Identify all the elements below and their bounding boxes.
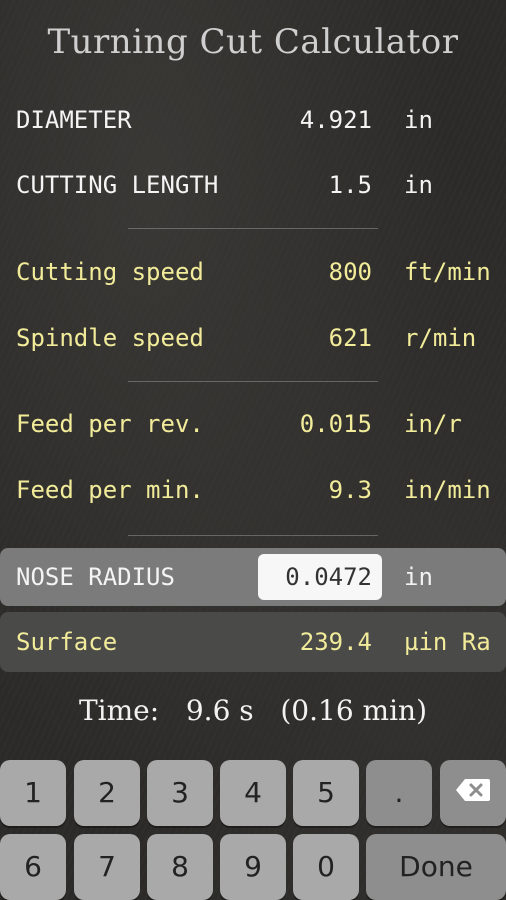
divider — [128, 228, 378, 229]
cutting-speed-unit: ft/min — [404, 258, 491, 286]
key-3[interactable]: 3 — [147, 760, 213, 826]
nose-radius-label: NOSE RADIUS — [16, 563, 175, 591]
feed-per-rev-label: Feed per rev. — [16, 410, 204, 438]
surface-unit: µin Ra — [404, 628, 491, 656]
cutting-length-unit: in — [404, 171, 433, 199]
surface-label: Surface — [16, 628, 118, 656]
diameter-label: DIAMETER — [16, 106, 132, 134]
numeric-keypad: 1 2 3 4 5 . 6 7 8 9 0 Done — [0, 752, 506, 900]
key-1[interactable]: 1 — [0, 760, 66, 826]
time-minutes: (0.16 min) — [280, 694, 428, 727]
key-6[interactable]: 6 — [0, 834, 66, 900]
nose-radius-row[interactable]: NOSE RADIUS 0.0472 in — [0, 548, 506, 606]
diameter-value[interactable]: 4.921 — [300, 106, 372, 134]
app-title: Turning Cut Calculator — [47, 22, 459, 62]
cutting-length-label: CUTTING LENGTH — [16, 171, 219, 199]
surface-value[interactable]: 239.4 — [300, 628, 372, 656]
feed-per-min-row[interactable]: Feed per min. 9.3 in/min — [0, 458, 506, 522]
key-5[interactable]: 5 — [293, 760, 359, 826]
spindle-speed-value[interactable]: 621 — [329, 324, 372, 352]
time-label: Time: — [78, 694, 160, 727]
feed-per-min-value[interactable]: 9.3 — [329, 476, 372, 504]
key-decimal[interactable]: . — [366, 760, 432, 826]
surface-row[interactable]: Surface 239.4 µin Ra — [0, 612, 506, 672]
key-0[interactable]: 0 — [293, 834, 359, 900]
time-result: Time: 9.6 s (0.16 min) — [0, 694, 506, 727]
key-8[interactable]: 8 — [147, 834, 213, 900]
spindle-speed-row[interactable]: Spindle speed 621 r/min — [0, 306, 506, 370]
cutting-length-value[interactable]: 1.5 — [329, 171, 372, 199]
cutting-speed-value[interactable]: 800 — [329, 258, 372, 286]
time-seconds: 9.6 s — [185, 694, 254, 727]
delete-button[interactable] — [440, 760, 506, 826]
diameter-unit: in — [404, 106, 433, 134]
key-4[interactable]: 4 — [220, 760, 286, 826]
cutting-speed-label: Cutting speed — [16, 258, 204, 286]
key-9[interactable]: 9 — [220, 834, 286, 900]
nose-radius-unit: in — [404, 563, 433, 591]
backspace-icon — [455, 761, 491, 827]
feed-per-rev-value[interactable]: 0.015 — [300, 410, 372, 438]
feed-per-rev-row[interactable]: Feed per rev. 0.015 in/r — [0, 392, 506, 456]
spindle-speed-unit: r/min — [404, 324, 477, 352]
key-7[interactable]: 7 — [74, 834, 140, 900]
nose-radius-input[interactable]: 0.0472 — [258, 554, 382, 600]
divider — [128, 535, 378, 536]
spindle-speed-label: Spindle speed — [16, 324, 204, 352]
cutting-speed-row[interactable]: Cutting speed 800 ft/min — [0, 240, 506, 304]
feed-per-min-label: Feed per min. — [16, 476, 204, 504]
diameter-row[interactable]: DIAMETER 4.921 in — [0, 88, 506, 152]
divider — [128, 381, 378, 382]
done-button[interactable]: Done — [366, 834, 506, 900]
feed-per-min-unit: in/min — [404, 476, 491, 504]
cutting-length-row[interactable]: CUTTING LENGTH 1.5 in — [0, 153, 506, 217]
key-2[interactable]: 2 — [74, 760, 140, 826]
feed-per-rev-unit: in/r — [404, 410, 462, 438]
